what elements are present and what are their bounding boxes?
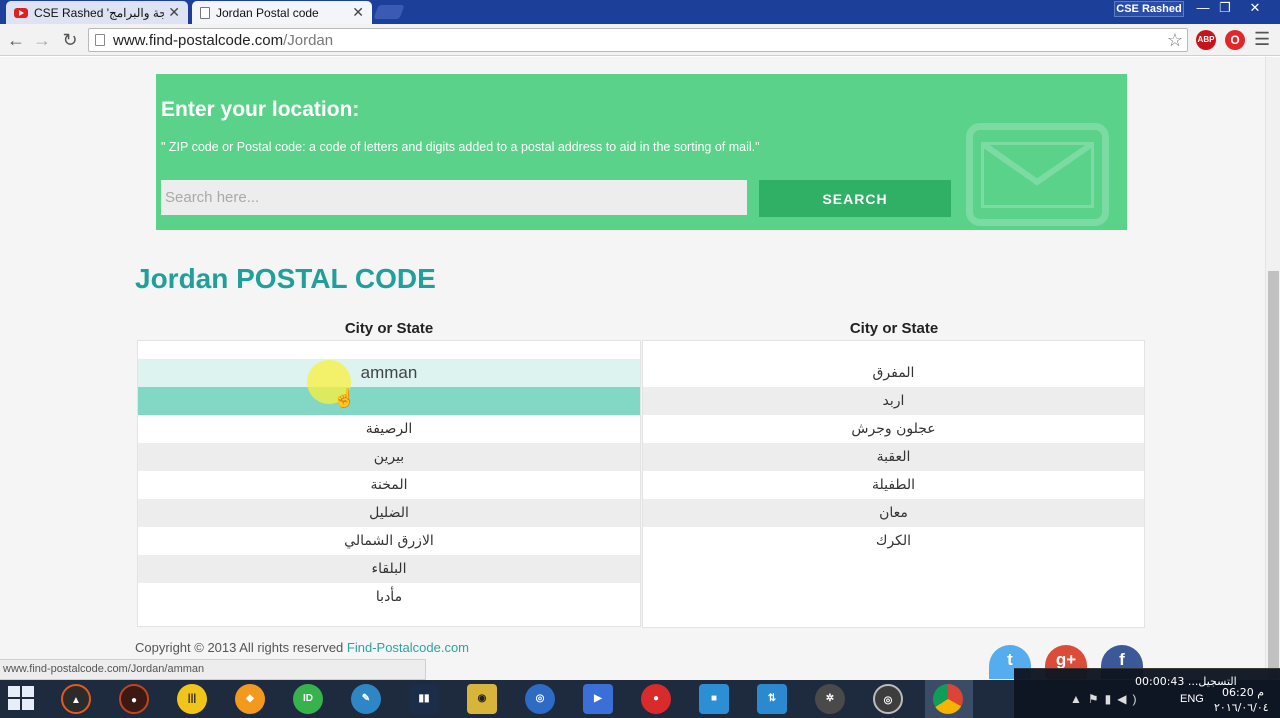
- city-link[interactable]: المفرق: [643, 359, 1144, 387]
- menu-icon[interactable]: ☰: [1254, 29, 1270, 50]
- cities-column-left: City or State amman الرصيفة بيرين المخنة…: [137, 319, 641, 627]
- app-icon[interactable]: ◎: [525, 684, 555, 714]
- city-link[interactable]: عجلون وجرش: [643, 415, 1144, 443]
- browser-toolbar: ← → ↻ www.find-postalcode.com/Jordan ☆ A…: [0, 24, 1280, 56]
- window-close-icon[interactable]: ✕: [1242, 0, 1268, 18]
- search-panel-title: Enter your location:: [161, 98, 360, 121]
- city-link[interactable]: الكرك: [643, 527, 1144, 555]
- bookmark-star-icon[interactable]: ☆: [1167, 29, 1183, 51]
- restore-icon[interactable]: ❐: [1212, 0, 1238, 18]
- app-icon[interactable]: ◎: [873, 684, 903, 714]
- app-icon[interactable]: ID: [293, 684, 323, 714]
- system-tray-icons[interactable]: ▲⚑▮◀): [1070, 692, 1142, 706]
- opera-extension-icon[interactable]: O: [1225, 30, 1245, 50]
- search-button[interactable]: SEARCH: [759, 180, 951, 217]
- copyright-label: Copyright © 2013 All rights reserved: [135, 640, 347, 655]
- page-title: Jordan POSTAL CODE: [135, 263, 436, 294]
- language-indicator[interactable]: ENG: [1180, 693, 1204, 705]
- city-list: amman الرصيفة بيرين المخنة الضليل الازرق…: [137, 340, 641, 627]
- hand-cursor-icon: ☝: [333, 388, 356, 408]
- camera-app-icon[interactable]: ■: [699, 684, 729, 714]
- page-icon: [95, 34, 105, 46]
- app-icon[interactable]: ◉: [467, 684, 497, 714]
- city-link[interactable]: amman: [138, 359, 640, 387]
- city-link[interactable]: اربد: [643, 387, 1144, 415]
- site-link[interactable]: Find-Postalcode.com: [347, 640, 469, 655]
- tab-cse-rashed[interactable]: CSE Rashed 'برمجة والبرامج ✕: [6, 1, 188, 24]
- video-app-icon[interactable]: ▶: [583, 684, 613, 714]
- reload-icon[interactable]: ↻: [59, 29, 81, 51]
- windows-start-icon[interactable]: [8, 686, 36, 712]
- adblock-extension-icon[interactable]: ABP: [1196, 30, 1216, 50]
- url-path: /Jordan: [283, 32, 334, 49]
- forward-arrow-icon[interactable]: →: [31, 29, 53, 51]
- copyright-text: Copyright © 2013 All rights reserved Fin…: [135, 640, 469, 655]
- clock-date[interactable]: ٢٠١٦/٠٦/٠٤: [1214, 701, 1269, 714]
- film-app-icon[interactable]: ✲: [815, 684, 845, 714]
- address-url[interactable]: www.find-postalcode.com/Jordan: [113, 32, 333, 49]
- city-link[interactable]: [138, 387, 640, 415]
- city-link[interactable]: المخنة: [138, 471, 640, 499]
- sync-app-icon[interactable]: ⇅: [757, 684, 787, 714]
- city-link[interactable]: العقبة: [643, 443, 1144, 471]
- browser-tab-bar: CSE Rashed 'برمجة والبرامج ✕ Jordan Post…: [0, 0, 1280, 24]
- clock-time[interactable]: 06:20 م: [1222, 686, 1264, 699]
- new-tab-button[interactable]: [373, 5, 405, 19]
- city-link[interactable]: الطفيلة: [643, 471, 1144, 499]
- close-icon[interactable]: ✕: [352, 4, 364, 21]
- column-header: City or State: [344, 320, 434, 337]
- app-icon[interactable]: ●: [119, 684, 149, 714]
- scrollbar-thumb[interactable]: [1268, 271, 1279, 679]
- equalizer-app-icon[interactable]: ▮▮: [409, 684, 439, 714]
- city-link[interactable]: الازرق الشمالي: [138, 527, 640, 555]
- tab-title: CSE Rashed 'برمجة والبرامج: [34, 5, 165, 20]
- envelope-icon: [966, 123, 1109, 226]
- chrome-icon[interactable]: [933, 684, 963, 714]
- city-link[interactable]: الرصيفة: [138, 415, 640, 443]
- page-icon: [200, 6, 210, 19]
- cities-column-right: City or State المفرق اربد عجلون وجرش الع…: [642, 319, 1146, 628]
- city-link[interactable]: مأدبا: [138, 583, 640, 611]
- address-bar[interactable]: www.find-postalcode.com/Jordan ☆: [88, 28, 1188, 52]
- profile-button[interactable]: CSE Rashed: [1114, 1, 1184, 17]
- record-app-icon[interactable]: ●: [641, 684, 671, 714]
- app-icon[interactable]: ▲: [61, 684, 91, 714]
- youtube-icon: [14, 7, 28, 18]
- city-link[interactable]: الضليل: [138, 499, 640, 527]
- city-list: المفرق اربد عجلون وجرش العقبة الطفيلة مع…: [642, 340, 1145, 628]
- location-search-panel: Enter your location: " ZIP code or Posta…: [156, 74, 1127, 230]
- city-link[interactable]: معان: [643, 499, 1144, 527]
- link-status-bar: www.find-postalcode.com/Jordan/amman: [0, 659, 426, 680]
- app-icon[interactable]: ◆: [235, 684, 265, 714]
- scrollbar[interactable]: [1265, 57, 1280, 680]
- back-arrow-icon[interactable]: ←: [5, 29, 27, 51]
- search-input[interactable]: [161, 180, 747, 215]
- audio-app-icon[interactable]: |||: [177, 684, 207, 714]
- app-icon[interactable]: ✎: [351, 684, 381, 714]
- search-panel-description: " ZIP code or Postal code: a code of let…: [161, 140, 760, 154]
- close-icon[interactable]: ✕: [168, 4, 180, 21]
- page-content: Enter your location: " ZIP code or Posta…: [0, 57, 1280, 680]
- column-header: City or State: [849, 320, 939, 337]
- city-link[interactable]: البلقاء: [138, 555, 640, 583]
- tab-jordan-postal-code[interactable]: Jordan Postal code ✕: [192, 1, 372, 24]
- url-host: www.find-postalcode.com: [113, 32, 284, 49]
- city-link[interactable]: بيرين: [138, 443, 640, 471]
- tab-title: Jordan Postal code: [216, 5, 319, 20]
